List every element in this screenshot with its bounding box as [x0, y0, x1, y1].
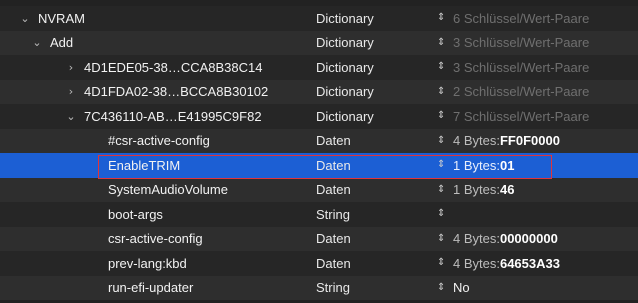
value-cell[interactable]: ⇕ 3 Schlüssel/Wert-Paare: [437, 55, 637, 80]
type-label: Dictionary: [316, 84, 374, 100]
value-cell[interactable]: ⇕: [437, 202, 637, 227]
value-hex[interactable]: 00000000: [500, 231, 558, 246]
type-cell[interactable]: Dictionary: [316, 31, 436, 56]
chevron-down-icon[interactable]: ⌄: [18, 12, 32, 25]
type-label: String: [316, 280, 350, 296]
stepper-icon[interactable]: ⇕: [437, 282, 447, 293]
type-cell[interactable]: String: [316, 276, 436, 301]
value-cell[interactable]: ⇕ 1 Bytes: 01: [437, 153, 637, 178]
value-label: 1 Bytes:: [453, 157, 500, 173]
stepper-icon[interactable]: ⇕: [437, 209, 447, 219]
chevron-down-icon[interactable]: ⌄: [64, 110, 78, 123]
tree-row-csr-active-config[interactable]: csr-active-config Daten ⇕ 4 Bytes: 00000…: [0, 226, 638, 252]
key-label[interactable]: NVRAM: [38, 11, 85, 26]
value-cell[interactable]: ⇕ No: [437, 276, 637, 301]
key-label[interactable]: SystemAudioVolume: [108, 182, 228, 197]
type-label: Daten: [316, 157, 351, 173]
value-label: 6 Schlüssel/Wert-Paare: [453, 10, 590, 26]
type-cell[interactable]: Daten: [316, 227, 436, 252]
type-label: Daten: [316, 182, 351, 198]
stepper-icon[interactable]: ⇕: [437, 62, 447, 72]
value-cell[interactable]: ⇕ 2 Schlüssel/Wert-Paare: [437, 80, 637, 105]
value-label: 3 Schlüssel/Wert-Paare: [453, 59, 590, 75]
value-cell[interactable]: ⇕ 4 Bytes: FF0F0000: [437, 129, 637, 154]
key-label[interactable]: #csr-active-config: [108, 133, 210, 148]
chevron-right-icon[interactable]: ›: [64, 85, 78, 98]
stepper-icon[interactable]: ⇕: [437, 86, 447, 97]
type-cell[interactable]: Dictionary: [316, 55, 436, 80]
value-hex[interactable]: FF0F0000: [500, 133, 560, 148]
value-label: No: [453, 280, 470, 296]
tree-row-run-efi-updater[interactable]: run-efi-updater String ⇕ No: [0, 275, 638, 301]
tree-row-hash-csr-active-config[interactable]: #csr-active-config Daten ⇕ 4 Bytes: FF0F…: [0, 128, 638, 154]
tree-row-nvram[interactable]: ⌄ NVRAM Dictionary ⇕ 6 Schlüssel/Wert-Pa…: [0, 6, 638, 31]
stepper-icon[interactable]: ⇕: [437, 37, 447, 48]
tree-row-systemaudiovolume[interactable]: SystemAudioVolume Daten ⇕ 1 Bytes: 46: [0, 177, 638, 203]
value-hex[interactable]: 46: [500, 182, 514, 197]
value-label: 4 Bytes:: [453, 133, 500, 149]
stepper-icon[interactable]: ⇕: [437, 258, 447, 268]
type-cell[interactable]: Daten: [316, 153, 436, 178]
key-label[interactable]: 7C436110-AB…E41995C9F82: [84, 109, 262, 124]
value-hex[interactable]: 01: [500, 158, 514, 173]
tree-row-7c436110[interactable]: ⌄ 7C436110-AB…E41995C9F82 Dictionary ⇕ 7…: [0, 104, 638, 129]
stepper-icon[interactable]: ⇕: [437, 233, 447, 244]
value-label: 2 Schlüssel/Wert-Paare: [453, 84, 590, 100]
value-hex[interactable]: 64653A33: [500, 256, 560, 271]
value-label: 4 Bytes:: [453, 231, 500, 247]
tree-row-enabletrim[interactable]: EnableTRIM Daten ⇕ 1 Bytes: 01: [0, 153, 638, 178]
stepper-icon[interactable]: ⇕: [437, 184, 447, 195]
type-label: Daten: [316, 133, 351, 149]
value-label: 4 Bytes:: [453, 255, 500, 271]
value-label: 7 Schlüssel/Wert-Paare: [453, 108, 590, 124]
tree-row-4d1ede05[interactable]: › 4D1EDE05-38…CCA8B38C14 Dictionary ⇕ 3 …: [0, 55, 638, 80]
type-cell[interactable]: Daten: [316, 129, 436, 154]
type-cell[interactable]: Daten: [316, 178, 436, 203]
key-label[interactable]: Add: [50, 35, 73, 50]
chevron-right-icon[interactable]: ›: [64, 61, 78, 74]
value-label: 1 Bytes:: [453, 182, 500, 198]
type-cell[interactable]: Daten: [316, 251, 436, 276]
key-label[interactable]: boot-args: [108, 207, 163, 222]
value-label: 3 Schlüssel/Wert-Paare: [453, 35, 590, 51]
tree-row-add[interactable]: ⌄ Add Dictionary ⇕ 3 Schlüssel/Wert-Paar…: [0, 30, 638, 56]
value-cell[interactable]: ⇕ 3 Schlüssel/Wert-Paare: [437, 31, 637, 56]
key-cell: ⌄ NVRAM: [0, 6, 328, 31]
value-cell[interactable]: ⇕ 4 Bytes: 00000000: [437, 227, 637, 252]
stepper-icon[interactable]: ⇕: [437, 160, 447, 170]
tree-row-prev-lang-kbd[interactable]: prev-lang:kbd Daten ⇕ 4 Bytes: 64653A33: [0, 251, 638, 276]
value-cell[interactable]: ⇕ 7 Schlüssel/Wert-Paare: [437, 104, 637, 129]
type-label: Dictionary: [316, 35, 374, 51]
key-label[interactable]: 4D1EDE05-38…CCA8B38C14: [84, 60, 262, 75]
chevron-down-icon[interactable]: ⌄: [30, 36, 44, 49]
stepper-icon[interactable]: ⇕: [437, 135, 447, 146]
key-cell: ⌄ Add: [0, 31, 340, 56]
key-label[interactable]: EnableTRIM: [108, 158, 180, 173]
stepper-icon[interactable]: ⇕: [437, 13, 447, 23]
stepper-icon[interactable]: ⇕: [437, 111, 447, 121]
key-label[interactable]: run-efi-updater: [108, 280, 193, 295]
type-label: Daten: [316, 231, 351, 247]
type-cell[interactable]: Dictionary: [316, 104, 436, 129]
type-label: Dictionary: [316, 108, 374, 124]
type-label: Daten: [316, 255, 351, 271]
value-cell[interactable]: ⇕ 6 Schlüssel/Wert-Paare: [437, 6, 637, 31]
type-label: String: [316, 206, 350, 222]
key-label[interactable]: prev-lang:kbd: [108, 256, 187, 271]
type-cell[interactable]: Dictionary: [316, 80, 436, 105]
type-label: Dictionary: [316, 10, 374, 26]
type-cell[interactable]: String: [316, 202, 436, 227]
key-label[interactable]: 4D1FDA02-38…BCCA8B30102: [84, 84, 268, 99]
type-label: Dictionary: [316, 59, 374, 75]
tree-row-boot-args[interactable]: boot-args String ⇕: [0, 202, 638, 227]
type-cell[interactable]: Dictionary: [316, 6, 436, 31]
key-label[interactable]: csr-active-config: [108, 231, 203, 246]
plist-editor-tree: ⌄ NVRAM Dictionary ⇕ 6 Schlüssel/Wert-Pa…: [0, 0, 638, 303]
value-cell[interactable]: ⇕ 4 Bytes: 64653A33: [437, 251, 637, 276]
tree-row-4d1fda02[interactable]: › 4D1FDA02-38…BCCA8B30102 Dictionary ⇕ 2…: [0, 79, 638, 105]
value-cell[interactable]: ⇕ 1 Bytes: 46: [437, 178, 637, 203]
